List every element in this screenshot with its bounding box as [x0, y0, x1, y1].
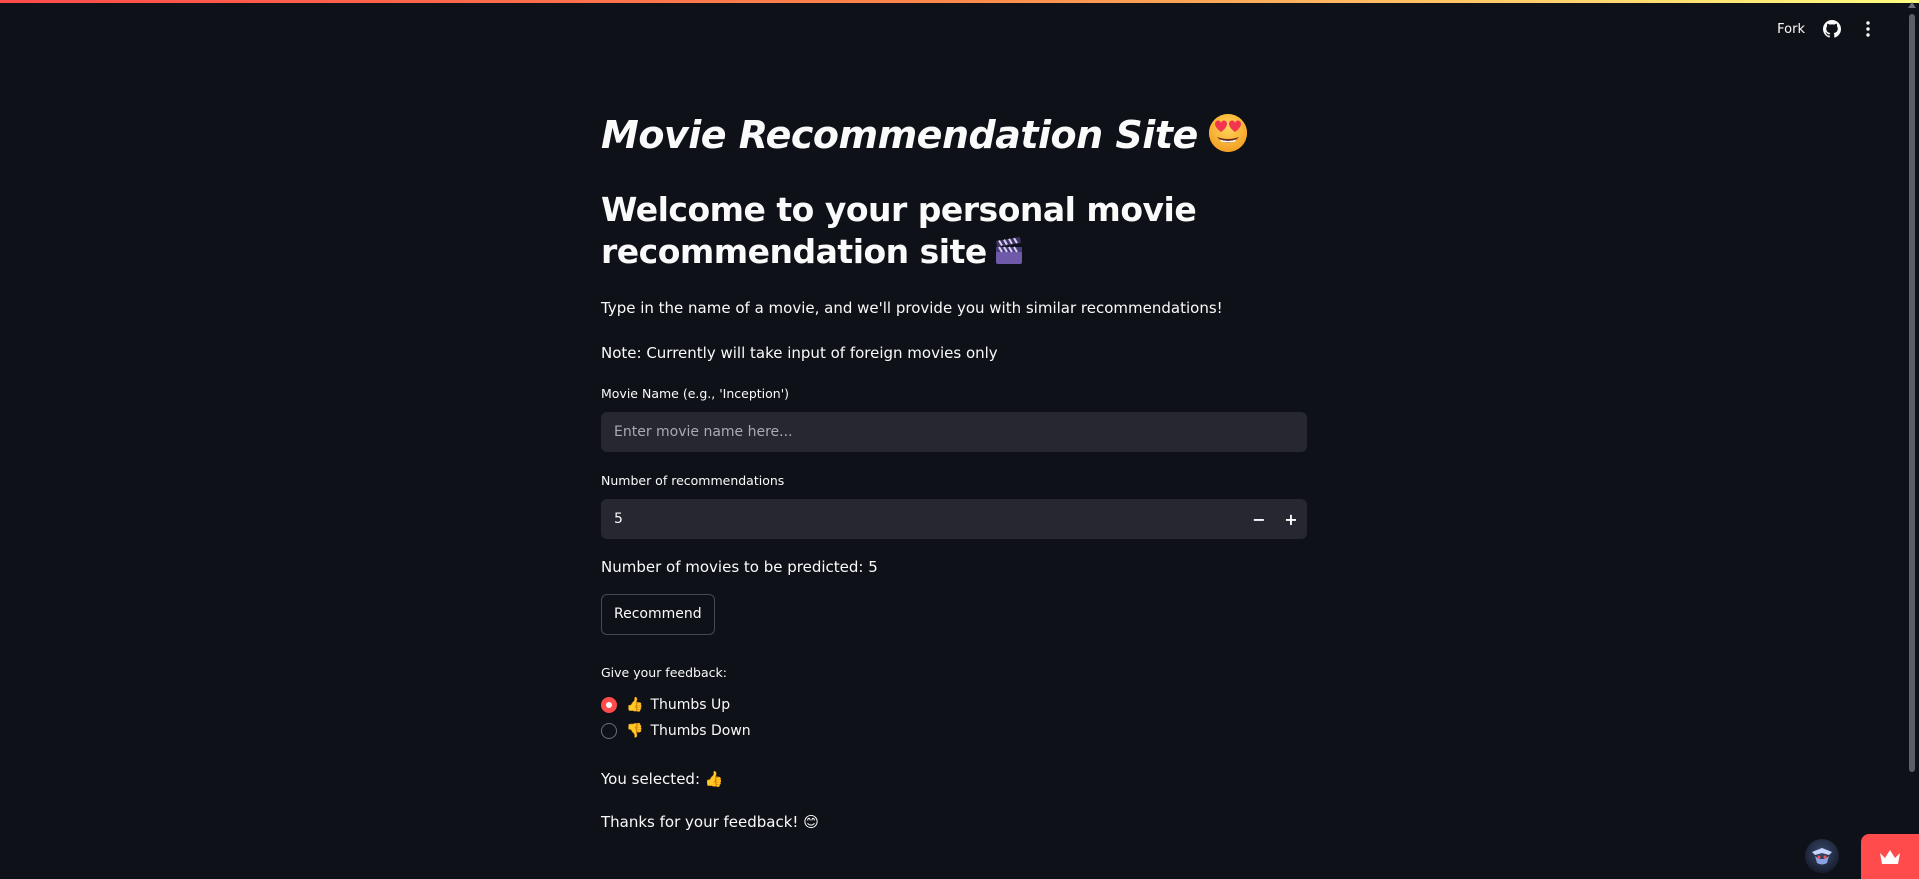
- selected-prefix: You selected:: [601, 770, 700, 788]
- vertical-dots-menu-icon[interactable]: [1859, 20, 1877, 38]
- thumbs-down-icon: 👎: [626, 723, 644, 739]
- increment-button[interactable]: +: [1275, 499, 1307, 539]
- radio-indicator[interactable]: [601, 723, 617, 739]
- title-text: Movie Recommendation Site: [601, 113, 1198, 157]
- radio-label-thumbs-up: Thumbs Up: [650, 697, 731, 713]
- github-icon[interactable]: [1823, 20, 1841, 38]
- app-page: Fork Movie Recommendation Site Welcome t…: [0, 0, 1919, 879]
- thumbs-up-icon: 👍: [626, 697, 644, 713]
- top-decoration-bar: [0, 0, 1919, 3]
- toolbar: Fork: [1777, 20, 1877, 38]
- decrement-button[interactable]: −: [1243, 499, 1275, 539]
- scrollbar[interactable]: [1909, 14, 1915, 772]
- feedback-label: Give your feedback:: [601, 665, 727, 680]
- feedback-radio-group: 👍 Thumbs Up 👎 Thumbs Down: [601, 692, 1307, 744]
- num-recommendations-value[interactable]: 5: [601, 511, 1243, 527]
- thanks-message: Thanks for your feedback!: [601, 813, 799, 831]
- movie-name-label: Movie Name (e.g., 'Inception'): [601, 386, 790, 401]
- radio-thumbs-down[interactable]: 👎 Thumbs Down: [601, 718, 1307, 744]
- note-text: Note: Currently will take input of forei…: [601, 344, 998, 362]
- intro-text: Type in the name of a movie, and we'll p…: [601, 299, 1223, 317]
- selected-feedback-text: You selected: 👍: [601, 768, 1307, 790]
- welcome-heading-line1: Welcome to your personal movie: [601, 190, 1197, 229]
- num-recommendations-label: Number of recommendations: [601, 473, 785, 488]
- num-recommendations-stepper[interactable]: 5 − +: [601, 499, 1307, 539]
- main-content: Movie Recommendation Site Welcome to you…: [601, 105, 1307, 833]
- welcome-heading-line2: recommendation site: [601, 232, 987, 271]
- creator-avatar[interactable]: [1805, 839, 1839, 873]
- streamlit-crown-icon[interactable]: [1861, 834, 1919, 879]
- page-title: Movie Recommendation Site: [601, 105, 1307, 169]
- welcome-heading: Welcome to your personal movie recommend…: [601, 189, 1307, 273]
- heart-eyes-emoji-icon: [1206, 110, 1250, 154]
- radio-thumbs-up[interactable]: 👍 Thumbs Up: [601, 692, 1307, 718]
- smiling-face-icon: 😊: [803, 813, 819, 831]
- fork-button[interactable]: Fork: [1777, 22, 1805, 37]
- predicted-count-text: Number of movies to be predicted: 5: [601, 558, 878, 576]
- recommend-button[interactable]: Recommend: [601, 594, 715, 635]
- clapper-board-icon: [993, 235, 1025, 267]
- thumbs-up-icon: 👍: [704, 770, 724, 788]
- movie-name-input[interactable]: [601, 412, 1307, 452]
- radio-label-thumbs-down: Thumbs Down: [650, 723, 751, 739]
- radio-indicator-selected[interactable]: [601, 697, 617, 713]
- thanks-text: Thanks for your feedback! 😊: [601, 811, 1307, 833]
- scroll-up-arrow-icon[interactable]: [1908, 2, 1916, 8]
